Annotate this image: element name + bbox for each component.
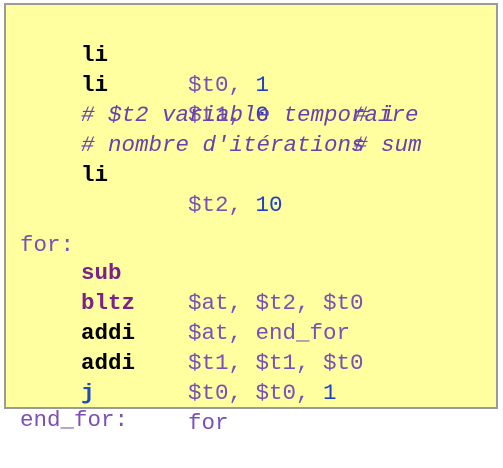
code-line-bltz: bltz $at, end_for: [6, 258, 350, 346]
code-line-5: li $t2, 10: [6, 130, 283, 218]
instruction-operands: $t1, $t1, $t0: [188, 350, 364, 376]
immediate-value: 1: [255, 72, 270, 98]
instruction-mnemonic: addi: [81, 320, 136, 346]
code-label: end_for:: [20, 407, 129, 433]
instruction-mnemonic: li: [81, 162, 109, 188]
code-comment: # $t2 variable temporaire: [81, 102, 419, 128]
code-line-label-end-for: end_for:: [6, 375, 128, 433]
immediate-value: 10: [255, 192, 283, 218]
code-listing: li $t0, 1 # i li $t1, 0 # sum # $t2 vari…: [4, 3, 498, 436]
code-line-addi-2: addi $t0, $t0, 1: [6, 318, 337, 406]
instruction-mnemonic: li: [81, 72, 109, 98]
instruction-operands: for: [188, 410, 229, 436]
instruction-mnemonic: bltz: [81, 290, 136, 316]
instruction-mnemonic: addi: [81, 350, 136, 376]
instruction-operands: $at, $t2, $t0: [188, 290, 364, 316]
instruction-mnemonic: li: [81, 42, 109, 68]
instruction-mnemonic: j: [81, 380, 95, 406]
operand-registers: $t0, $t0,: [188, 380, 324, 406]
code-line-1: li $t0, 1 # i: [6, 10, 395, 128]
operand-registers: $t2,: [188, 192, 256, 218]
code-line-4: # nombre d'itérations: [6, 100, 365, 158]
code-line-2: li $t1, 0 # sum: [6, 40, 422, 158]
code-line-sub: sub $at, $t2, $t0: [6, 228, 364, 316]
code-line-3: # $t2 variable temporaire: [6, 70, 419, 128]
instruction-operands: $at, end_for: [188, 320, 351, 346]
instruction-operands: $t0, 1: [188, 70, 269, 100]
instruction-operands: $t0, $t0, 1: [188, 378, 337, 408]
code-line-jump: j for: [6, 348, 229, 436]
code-line-label-for: for:: [6, 200, 74, 258]
operand-registers: $t0,: [188, 72, 256, 98]
code-comment: # nombre d'itérations: [81, 132, 365, 158]
immediate-value: 1: [323, 380, 337, 406]
instruction-mnemonic: sub: [81, 260, 122, 286]
code-line-addi-1: addi $t1, $t1, $t0: [6, 288, 364, 376]
instruction-operands: $t2, 10: [188, 190, 283, 220]
